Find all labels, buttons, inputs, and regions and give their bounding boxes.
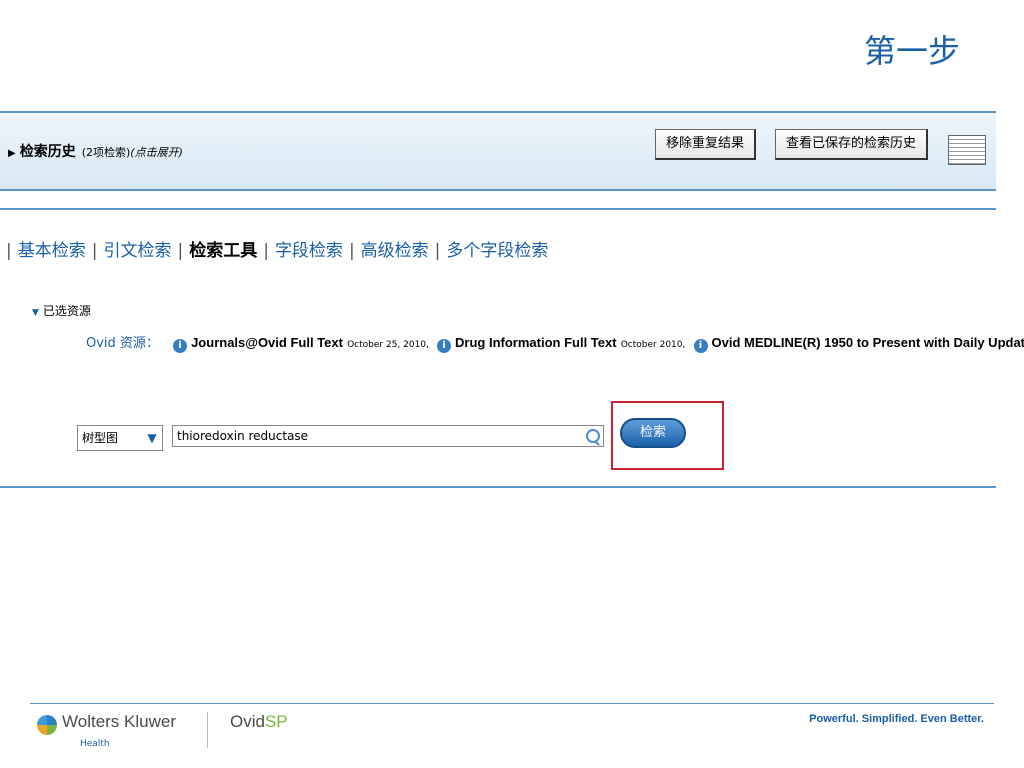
tab-advanced-search[interactable]: 高级检索 bbox=[361, 241, 429, 261]
list-view-icon[interactable] bbox=[948, 135, 986, 165]
resource-name: Ovid MEDLINE(R) 1950 to Present with Dai… bbox=[711, 335, 1024, 350]
resource-name: Journals@Ovid Full Text bbox=[191, 335, 343, 350]
expand-arrow-icon: ▶ bbox=[8, 148, 16, 159]
history-count: (2项检索) bbox=[81, 146, 131, 159]
search-history-bar: ▶ 检索历史 (2项检索)(点击展开) 移除重复结果 查看已保存的检索历史 bbox=[0, 111, 996, 191]
search-history-toggle[interactable]: ▶ 检索历史 (2项检索)(点击展开) bbox=[8, 141, 183, 161]
resource-name: Drug Information Full Text bbox=[455, 335, 617, 350]
brand-subtitle: Health bbox=[80, 739, 110, 749]
info-icon[interactable]: i bbox=[693, 339, 708, 353]
product-name: OvidSP bbox=[230, 712, 288, 732]
brand-name: Wolters Kluwer bbox=[62, 712, 176, 731]
search-icon[interactable] bbox=[586, 429, 600, 443]
resource-date: October 25, 2010, bbox=[347, 340, 429, 350]
search-mode-value: 树型图 bbox=[82, 431, 119, 445]
search-tabs: | 基本检索 | 引文检索 | 检索工具 | 字段检索 | 高级检索 | 多个字段检索 bbox=[6, 241, 549, 261]
wolters-kluwer-logo-icon bbox=[37, 715, 57, 735]
history-title: 检索历史 bbox=[19, 144, 76, 160]
remove-duplicates-button[interactable]: 移除重复结果 bbox=[655, 129, 757, 160]
history-expand-hint: (点击展开) bbox=[130, 146, 183, 159]
search-button[interactable]: 检索 bbox=[620, 418, 686, 448]
search-mode-select[interactable]: 树型图 ▼ bbox=[77, 425, 163, 451]
footer-divider-line bbox=[30, 703, 994, 704]
info-icon[interactable]: i bbox=[173, 339, 188, 353]
tab-search-tools[interactable]: 检索工具 bbox=[189, 241, 257, 261]
product-prefix: Ovid bbox=[230, 712, 265, 731]
product-suffix: SP bbox=[264, 712, 288, 731]
collapse-triangle-icon: ▼ bbox=[32, 308, 39, 318]
resource-date: October 2010, bbox=[620, 340, 686, 350]
ovid-resources-label: Ovid 资源： bbox=[86, 336, 159, 351]
tab-multi-field-search[interactable]: 多个字段检索 bbox=[446, 241, 548, 261]
resource-list: Ovid 资源： i Journals@Ovid Full Text Octobe… bbox=[86, 332, 1024, 353]
view-saved-history-button[interactable]: 查看已保存的检索历史 bbox=[775, 129, 929, 160]
chevron-down-icon: ▼ bbox=[142, 426, 162, 450]
tab-field-search[interactable]: 字段检索 bbox=[275, 241, 343, 261]
search-panel: | 基本检索 | 引文检索 | 检索工具 | 字段检索 | 高级检索 | 多个字段检索 ▼ 已选资源 O… bbox=[0, 208, 1024, 488]
tab-basic-search[interactable]: 基本检索 bbox=[18, 241, 86, 261]
tagline: Powerful. Simplified. Even Better. bbox=[809, 713, 984, 725]
info-icon[interactable]: i bbox=[437, 339, 452, 353]
tab-citation-search[interactable]: 引文检索 bbox=[103, 241, 171, 261]
search-input[interactable] bbox=[172, 425, 604, 447]
step-title: 第一步 bbox=[863, 32, 960, 70]
selected-resources-toggle[interactable]: ▼ 已选资源 bbox=[32, 302, 91, 319]
footer-separator bbox=[207, 712, 208, 748]
selected-resources-label: 已选资源 bbox=[42, 304, 91, 318]
